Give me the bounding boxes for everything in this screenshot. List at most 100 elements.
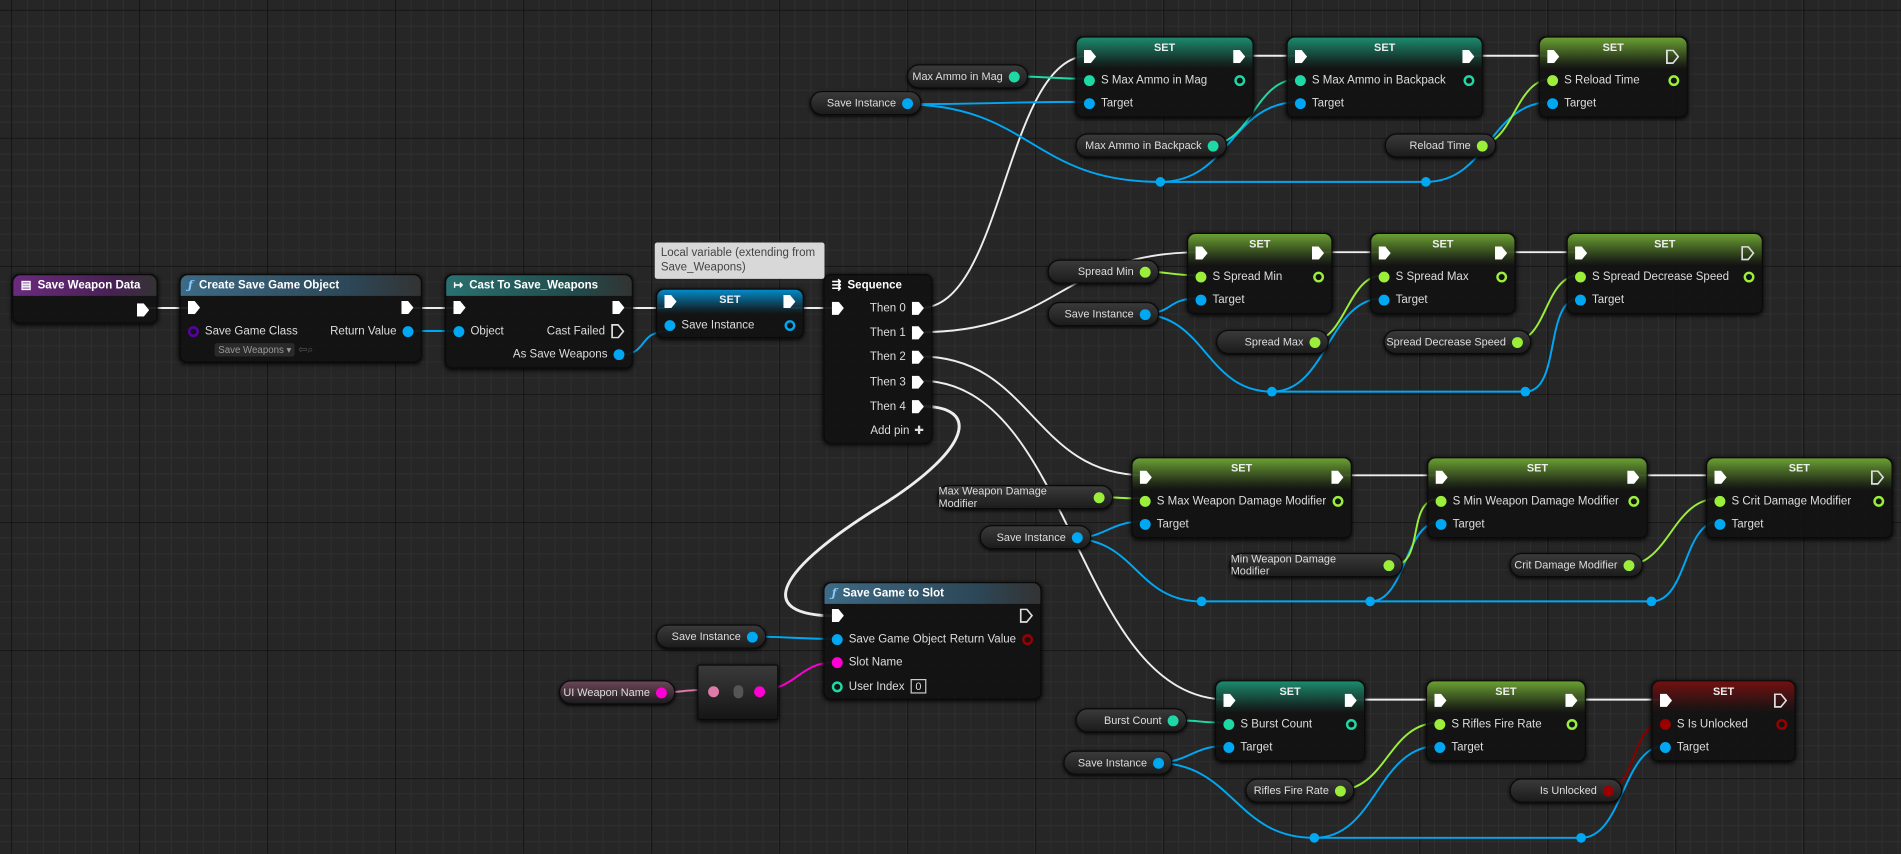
blueprint-graph-canvas[interactable]: ▤ Save Weapon Data ƒ Create Save Game Objec…: [0, 0, 1901, 854]
exec-out-pin[interactable]: [1233, 50, 1246, 64]
reroute-handle[interactable]: [733, 685, 744, 699]
exec-out-pin[interactable]: [1666, 49, 1679, 64]
target-pin[interactable]: [1547, 98, 1559, 110]
target-pin[interactable]: [1195, 294, 1207, 306]
then-3-pin[interactable]: [911, 375, 924, 389]
then-4-pin[interactable]: [911, 399, 924, 414]
value-out-pin[interactable]: [1463, 74, 1475, 86]
set-s-reload-time-node[interactable]: SET S Reload Time Target: [1538, 36, 1688, 118]
value-in-pin[interactable]: [1083, 74, 1095, 86]
value-in-pin[interactable]: [1434, 718, 1446, 730]
value-out-pin[interactable]: [1628, 495, 1640, 507]
exec-pin[interactable]: [1020, 608, 1033, 623]
variable-getter-crit-damage-modifier[interactable]: Crit Damage Modifier: [1509, 552, 1643, 578]
target-pin[interactable]: [1714, 519, 1726, 531]
value-out-pin[interactable]: [1776, 718, 1788, 730]
target-pin[interactable]: [1378, 294, 1390, 306]
object-pin[interactable]: [453, 325, 465, 337]
user-index-pin[interactable]: [831, 681, 843, 693]
value-out-pin[interactable]: [655, 686, 667, 698]
exec-in-pin[interactable]: [1659, 693, 1673, 708]
set-s-rifles-fire-rate-node[interactable]: SET S Rifles Fire Rate Target: [1425, 680, 1586, 761]
set-save-instance-node[interactable]: SET Save Instance: [655, 288, 804, 339]
exec-in-pin[interactable]: [1195, 246, 1208, 260]
value-out-pin[interactable]: [1234, 74, 1246, 86]
target-pin[interactable]: [1294, 98, 1306, 110]
exec-out-pin[interactable]: [1462, 50, 1475, 64]
value-out-pin[interactable]: [746, 631, 758, 643]
set-s-min-weapon-damage-modifier-node[interactable]: SET S Min Weapon Damage Modifier Target: [1427, 457, 1648, 538]
variable-getter-save-instance[interactable]: Save Instance: [1063, 750, 1173, 775]
exec-pin[interactable]: [401, 301, 414, 315]
as-save-weapons-pin[interactable]: [613, 349, 625, 361]
reroute-node[interactable]: [1309, 832, 1320, 843]
target-pin[interactable]: [1434, 742, 1446, 754]
variable-getter-spread-decrease-speed[interactable]: Spread Decrease Speed: [1383, 329, 1532, 355]
value-out-pin[interactable]: [1566, 718, 1578, 730]
exec-out-pin[interactable]: [1311, 246, 1325, 260]
exec-wire[interactable]: [920, 355, 1145, 477]
variable-getter-save-instance[interactable]: Save Instance: [979, 525, 1092, 550]
value-out-pin[interactable]: [1139, 308, 1151, 320]
value-out-pin[interactable]: [1383, 559, 1395, 571]
variable-getter-spread-max[interactable]: Spread Max: [1216, 329, 1329, 355]
value-out-pin[interactable]: [1345, 718, 1357, 730]
target-pin[interactable]: [1083, 98, 1095, 110]
value-in-pin[interactable]: [1575, 271, 1586, 283]
value-in-pin[interactable]: [1435, 495, 1447, 507]
return-value-pin[interactable]: [402, 325, 414, 337]
reroute-node[interactable]: [1646, 596, 1657, 607]
set-s-spread-min-node[interactable]: SET S Spread Min Target: [1187, 232, 1333, 314]
value-out-pin[interactable]: [1071, 531, 1083, 543]
set-s-is-unlocked-node[interactable]: SET S Is Unlocked Target: [1651, 680, 1796, 761]
reroute-node[interactable]: [1267, 386, 1277, 397]
slot-name-pin[interactable]: [831, 657, 843, 669]
value-out-pin[interactable]: [1334, 785, 1346, 797]
exec-out-pin[interactable]: [137, 303, 150, 317]
output-pin[interactable]: [754, 686, 766, 698]
value-in-pin[interactable]: [1659, 718, 1671, 730]
variable-getter-max-ammo-in-backpack[interactable]: Max Ammo in Backpack: [1075, 133, 1228, 158]
then-2-pin[interactable]: [911, 350, 924, 365]
exec-out-pin[interactable]: [1344, 693, 1357, 708]
value-out-pin[interactable]: [1476, 140, 1488, 151]
set-s-spread-decrease-speed-node[interactable]: SET S Spread Decrease Speed Target: [1566, 232, 1763, 314]
exec-pin[interactable]: [612, 301, 625, 315]
variable-getter-save-instance[interactable]: Save Instance: [655, 624, 767, 649]
browse-icon[interactable]: ⇦⌕: [295, 343, 313, 355]
input-pin[interactable]: [708, 686, 720, 698]
exec-out-pin[interactable]: [1495, 246, 1508, 260]
value-out-pin[interactable]: [1743, 271, 1755, 283]
value-in-pin[interactable]: [1714, 495, 1726, 507]
exec-in-pin[interactable]: [1378, 246, 1391, 260]
exec-in-pin[interactable]: [1223, 693, 1236, 708]
return-value-pin[interactable]: [1022, 633, 1034, 645]
value-in-pin[interactable]: [1139, 495, 1151, 507]
exec-in-pin[interactable]: [1083, 50, 1097, 64]
target-pin[interactable]: [1139, 519, 1151, 531]
variable-getter-max-weapon-damage-modifier[interactable]: Max Weapon Damage Modifier: [937, 485, 1114, 510]
set-s-spread-max-node[interactable]: SET S Spread Max Target: [1370, 232, 1516, 314]
reroute-node[interactable]: [1576, 832, 1586, 843]
reroute-node[interactable]: [1155, 177, 1166, 187]
save-game-class-pin[interactable]: [187, 325, 199, 337]
exec-in-pin[interactable]: [1294, 50, 1308, 64]
target-pin[interactable]: [1223, 742, 1235, 754]
exec-in-pin[interactable]: [1575, 246, 1588, 260]
exec-pin[interactable]: [453, 301, 466, 315]
value-out-pin[interactable]: [1139, 266, 1151, 278]
exec-out-pin[interactable]: [783, 294, 796, 309]
value-out-pin[interactable]: [1623, 559, 1635, 571]
value-in-pin[interactable]: [664, 319, 676, 331]
value-out-pin[interactable]: [1167, 714, 1179, 726]
cast-to-save-weapons-node[interactable]: ↦ Cast To Save_Weapons Object Cast Failed As…: [444, 274, 633, 368]
event-save-weapon-data[interactable]: ▤ Save Weapon Data: [12, 274, 158, 324]
value-out-pin[interactable]: [1008, 70, 1020, 82]
value-in-pin[interactable]: [1195, 271, 1207, 283]
reroute-node[interactable]: [1196, 596, 1207, 607]
variable-getter-is-unlocked[interactable]: Is Unlocked: [1509, 778, 1623, 803]
value-out-pin[interactable]: [1153, 757, 1164, 769]
exec-out-pin[interactable]: [1871, 470, 1884, 485]
value-out-pin[interactable]: [1511, 336, 1523, 348]
value-out-pin[interactable]: [1496, 271, 1508, 283]
